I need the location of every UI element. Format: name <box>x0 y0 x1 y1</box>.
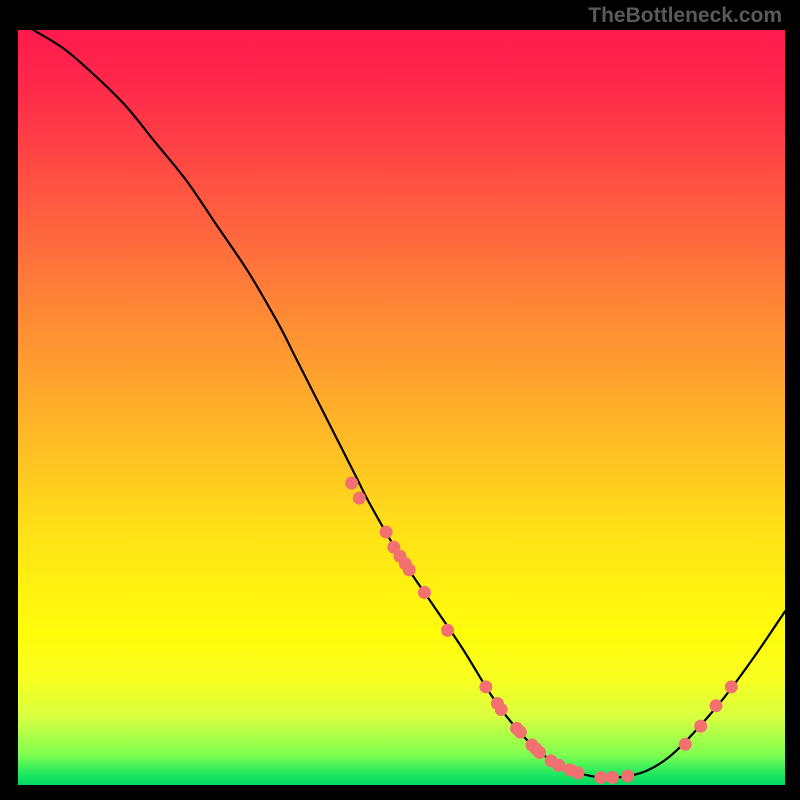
chart-marker <box>594 771 607 784</box>
chart-marker <box>441 624 454 637</box>
chart-marker <box>571 766 584 779</box>
chart-marker <box>418 586 431 599</box>
chart-markers-group <box>345 477 738 784</box>
chart-marker <box>403 563 416 576</box>
chart-marker <box>533 746 546 759</box>
chart-curve-line <box>33 30 785 778</box>
chart-marker <box>606 771 619 784</box>
chart-marker <box>345 477 358 490</box>
chart-marker <box>679 738 692 751</box>
chart-marker <box>725 680 738 693</box>
chart-marker <box>479 680 492 693</box>
chart-marker <box>621 769 634 782</box>
chart-marker <box>380 526 393 539</box>
chart-marker <box>552 759 565 772</box>
chart-plot-area <box>18 30 785 785</box>
chart-marker <box>495 703 508 716</box>
chart-marker <box>694 720 707 733</box>
chart-marker <box>709 699 722 712</box>
watermark-text: TheBottleneck.com <box>588 4 782 28</box>
chart-marker <box>514 726 527 739</box>
chart-svg <box>18 30 785 785</box>
chart-marker <box>353 492 366 505</box>
